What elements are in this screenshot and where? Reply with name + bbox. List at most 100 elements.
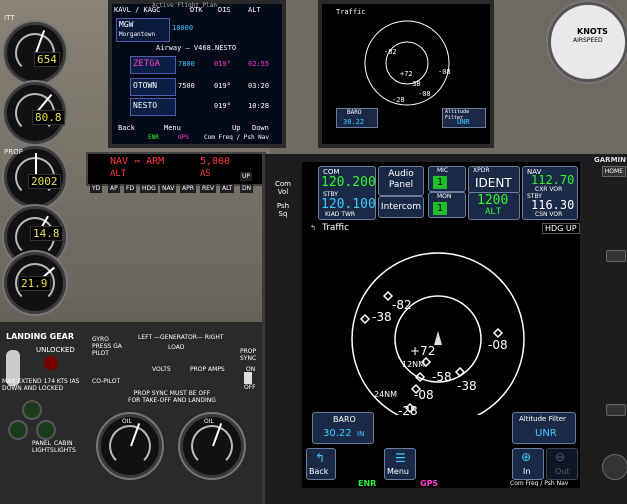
fpl-menu-button[interactable]: Menu xyxy=(164,124,181,132)
nav-active-frequency[interactable]: 112.70 xyxy=(531,173,574,187)
traffic-target[interactable]: -08 xyxy=(488,327,508,352)
ap-button-up[interactable]: UP xyxy=(240,172,253,181)
autopilot-display: NAV ⇔ ARM ALT 5,000 AS xyxy=(86,152,266,186)
target-label: +72 xyxy=(410,344,435,358)
oil-label-right: OIL xyxy=(204,418,214,425)
prop-amps-label: PROP AMPS xyxy=(190,366,225,373)
zoom-out-button[interactable]: ⊖ Out xyxy=(546,448,578,480)
nav-standby-id: CSN VOR xyxy=(535,211,563,218)
traffic-display[interactable]: 12NM 24NM -82 -38 +72 -08 -58 -38 -08 -2… xyxy=(302,235,578,415)
baro-unit: IN xyxy=(357,430,365,438)
com-vol-button[interactable]: Com Vol xyxy=(266,180,300,198)
copilot-label: CO-PILOT xyxy=(92,378,121,385)
xpdr-code-box[interactable]: 1200 ALT xyxy=(468,192,520,220)
zoom-in-label: In xyxy=(523,467,531,476)
fpl-row-2-alt: 7500 xyxy=(178,82,195,90)
com-frequency-box[interactable]: COM 120.200 STBY 120.100 KIAD TWR xyxy=(318,166,376,220)
xpdr-mode: ALT xyxy=(485,207,502,217)
fpl-row-1[interactable]: ZETGA xyxy=(130,56,176,74)
intercom-button[interactable]: Intercom xyxy=(378,196,424,218)
baro-value: 30.22 xyxy=(323,428,352,439)
fpl-up-button[interactable]: Up xyxy=(232,124,240,132)
bezel-button-1[interactable] xyxy=(606,250,626,262)
prop-sync-switch[interactable] xyxy=(244,372,252,384)
prop-sync-note: PROP SYNC MUST BE OFF FOR TAKE-OFF AND L… xyxy=(128,390,216,404)
fpl-row-0-wpt: MGW xyxy=(119,20,134,29)
home-button[interactable]: HOME xyxy=(601,166,626,177)
fpl-route-title: Airway – V468.NESTO xyxy=(156,44,237,52)
zoom-in-button[interactable]: ⊕ In xyxy=(512,448,544,480)
fpl-row-1-wpt: ZETGA xyxy=(133,59,161,69)
fpl-row-3[interactable]: NESTO xyxy=(130,98,176,116)
bezel-knob[interactable] xyxy=(602,454,627,480)
com-active-frequency[interactable]: 120.200 xyxy=(321,175,376,190)
range-label-outer: 24NM xyxy=(374,390,397,399)
page-back-arrow-icon[interactable]: ↰ xyxy=(310,224,316,232)
fpl-row-3-dis: 10:28 xyxy=(248,102,270,110)
fpl-row-2[interactable]: OTOWN xyxy=(130,78,176,96)
ap-button-fd[interactable]: FD xyxy=(124,184,137,193)
back-button[interactable]: ↰ Back xyxy=(306,448,336,480)
landing-gear-label: LANDING GEAR xyxy=(6,332,75,341)
top-traffic-target-5: -08 xyxy=(418,90,431,98)
fpl-row-3-wpt: NESTO xyxy=(133,101,158,110)
com-standby-frequency[interactable]: 120.100 xyxy=(321,197,376,212)
nav-frequency-box[interactable]: NAV 112.70 CXR VOR STBY 116.30 CSN VOR xyxy=(522,166,578,220)
xpdr-ident-button[interactable]: XPDR IDENT xyxy=(468,166,520,194)
gear-note: MAX EXTEND 174 KTS IAS DOWN AND LOCKED xyxy=(2,378,80,392)
ap-button-nav[interactable]: NAV xyxy=(160,184,177,193)
fpl-row-0[interactable]: MGW Morgantown xyxy=(116,18,170,42)
volts-label: VOLTS xyxy=(152,366,171,373)
ap-button-hdg[interactable]: HDG xyxy=(140,184,158,193)
target-label: -38 xyxy=(457,379,477,393)
gear-light-left xyxy=(8,420,28,440)
xpdr-code: 1200 xyxy=(477,193,509,208)
airspeed-sub-label: AIRSPEED xyxy=(573,37,603,44)
altitude-filter-button[interactable]: Altitude Filter UNR xyxy=(512,412,576,444)
fpl-down-button[interactable]: Down xyxy=(252,124,269,132)
baro-button[interactable]: BARO 30.22 IN xyxy=(312,412,374,444)
ap-button-yd[interactable]: YD xyxy=(90,184,103,193)
ap-button-ap[interactable]: AP xyxy=(108,184,120,193)
prop-sync-off-label: OFF xyxy=(244,384,256,391)
prop-readout: 2002 xyxy=(28,174,61,189)
fpl-row-2-wpt: OTOWN xyxy=(133,81,158,90)
traffic-target[interactable]: -28 xyxy=(398,402,418,415)
audio-panel-button[interactable]: Audio Panel xyxy=(378,166,424,196)
altitude-filter-value: UNR xyxy=(535,428,557,439)
mic-button[interactable]: MIC 1 xyxy=(428,166,466,192)
ident-label: IDENT xyxy=(475,176,512,190)
ap-button-dn[interactable]: DN xyxy=(240,184,254,193)
ap-button-apr[interactable]: APR xyxy=(180,184,196,193)
bezel-button-2[interactable] xyxy=(606,404,626,416)
status-enr: ENR xyxy=(358,479,377,488)
heading-mode[interactable]: HDG UP xyxy=(542,223,580,234)
garmin-logo: GARMIN xyxy=(594,156,626,164)
ap-mode-line2: ALT xyxy=(110,169,127,179)
fpl-row-2-dtk: 019° xyxy=(214,82,231,90)
traffic-target[interactable]: -38 xyxy=(359,310,392,325)
traffic-target[interactable]: -08 xyxy=(410,383,434,402)
top-baro-box[interactable]: BARO 30.22 xyxy=(336,108,378,128)
target-label: -82 xyxy=(392,298,412,312)
traffic-target[interactable]: -82 xyxy=(382,290,412,312)
mon-button[interactable]: MON 1 xyxy=(428,192,466,218)
fpl-back-button[interactable]: Back xyxy=(118,124,135,132)
psh-sq-button[interactable]: Psh Sq xyxy=(266,202,300,220)
back-label: Back xyxy=(309,467,329,476)
nav-standby-frequency[interactable]: 116.30 xyxy=(531,198,574,212)
ap-button-rev[interactable]: REV xyxy=(200,184,217,193)
menu-button[interactable]: ☰ Menu xyxy=(384,448,416,480)
top-baro-value: 30.22 xyxy=(343,118,365,126)
top-traffic-screen: Traffic +72 -38 -82 -08 -28 -08 BARO 30.… xyxy=(318,0,494,148)
prop-label: PROP xyxy=(4,148,23,156)
traffic-target[interactable]: -58 xyxy=(414,370,452,384)
top-filter-value: UNR xyxy=(457,118,470,126)
fpl-tab-enr: ENR xyxy=(148,134,159,141)
top-baro-label: BARO xyxy=(347,109,362,116)
zoom-in-icon: ⊕ xyxy=(521,450,532,464)
top-filter-box[interactable]: Altitude Filter UNR xyxy=(442,108,486,128)
itt-readout: 654 xyxy=(34,52,60,67)
top-traffic-target-1: -38 xyxy=(408,80,421,88)
ap-button-alt[interactable]: ALT xyxy=(220,184,235,193)
